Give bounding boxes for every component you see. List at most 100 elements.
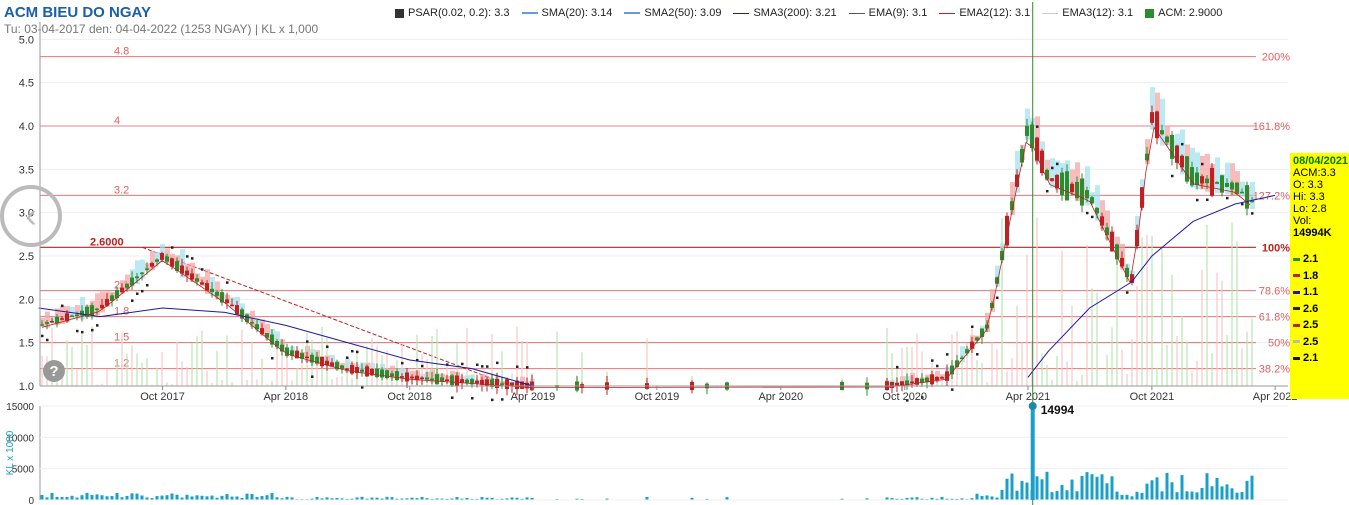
fib-pct-label: 78.6%	[1259, 286, 1290, 298]
volume-bar	[260, 496, 264, 500]
candle-body	[1065, 171, 1069, 201]
bg-volume-bar	[271, 380, 273, 386]
volume-bar	[1050, 492, 1054, 500]
bg-volume-bar	[316, 362, 318, 386]
psar-dot	[171, 246, 174, 249]
psar-dot	[201, 268, 204, 271]
help-icon[interactable]: ?	[43, 360, 65, 382]
candle-body	[275, 340, 279, 347]
candle-body	[1210, 167, 1214, 196]
candle-body	[365, 366, 369, 377]
bg-volume-bar	[1076, 381, 1078, 386]
candle-body	[40, 324, 44, 326]
bg-volume-bar	[331, 379, 333, 386]
candle-body	[150, 262, 154, 267]
psar-dot	[311, 375, 314, 378]
psar-dot	[496, 361, 499, 365]
fib-pct-label: 38.2%	[1259, 364, 1290, 376]
candle-body	[445, 379, 449, 381]
volume-bar	[1065, 490, 1069, 500]
psar-dot	[351, 349, 354, 353]
candle-body	[425, 377, 429, 380]
fib-price-label: 1.8	[114, 306, 129, 318]
tooltip-indicator-value: 2.1	[1303, 253, 1319, 265]
volume-bar	[1025, 482, 1029, 500]
volume-bar	[1170, 482, 1174, 500]
tooltip-indicator-list: 2.1 1.8 1.1 2.6 2.5 2.5 2.1	[1293, 251, 1347, 367]
candle-body	[940, 377, 944, 379]
tooltip-indicator-value: 2.6	[1303, 302, 1319, 315]
bg-volume-bar	[1086, 244, 1088, 386]
y-tick-label: 3.5	[19, 164, 34, 176]
volume-bar	[40, 494, 44, 500]
bg-volume-bar	[131, 345, 133, 386]
volume-bar	[1220, 486, 1224, 500]
volume-bar	[90, 494, 94, 500]
volume-bar	[1130, 496, 1134, 500]
tooltip-indicator-swatch	[1293, 323, 1300, 327]
y-tick-label: 4.0	[19, 121, 34, 133]
candle-body	[495, 378, 499, 388]
volume-bar	[230, 496, 234, 500]
cloud-segment	[1250, 181, 1255, 210]
candle-body	[100, 304, 104, 309]
tooltip-indicator-swatch	[1293, 356, 1300, 360]
bg-volume-bar	[1201, 269, 1203, 386]
bg-volume-bar	[371, 337, 373, 386]
candle-body	[420, 377, 424, 379]
candle-body	[165, 256, 169, 262]
price-chart[interactable]: 4.8200%4161.8%3.2127.2%2.6000100%2.178.6…	[0, 0, 1349, 505]
volume-bar	[115, 493, 119, 500]
y-tick-label: 2.0	[19, 294, 34, 306]
volume-bar	[220, 495, 224, 500]
bg-volume-bar	[1051, 379, 1053, 386]
bg-volume-bar	[1251, 318, 1253, 386]
psar-dot	[91, 328, 94, 332]
candle-body	[60, 318, 64, 320]
candle-body	[155, 259, 159, 262]
bg-volume-bar	[1136, 286, 1138, 386]
volume-bar	[1225, 484, 1229, 500]
tooltip-low: Lo: 2.8	[1293, 203, 1327, 215]
volume-axis-label: KL x 1000	[5, 430, 16, 475]
candle-body	[215, 291, 219, 296]
volume-highlight-label: 14994	[1041, 403, 1075, 417]
candle-body	[1040, 150, 1044, 174]
volume-bar	[1245, 480, 1249, 500]
bg-volume-bar	[1186, 341, 1188, 386]
psar-dot	[936, 364, 939, 368]
x-tick-label: Oct 2020	[882, 391, 927, 403]
candle-body	[190, 273, 194, 280]
bg-volume-bar	[1061, 250, 1063, 386]
volume-bar	[980, 495, 984, 500]
crosshair: 14994	[1028, 2, 1075, 505]
candle-body	[285, 347, 289, 356]
volume-bar	[160, 495, 164, 500]
volume-bar	[1185, 491, 1189, 500]
x-tick-label: Oct 2021	[1130, 391, 1175, 403]
bg-volume-bar	[1111, 327, 1113, 386]
chevron-left-icon[interactable]: ‹	[0, 185, 62, 247]
bg-volume-bar	[166, 382, 168, 386]
volume-bar	[1125, 494, 1129, 500]
psar-dot	[131, 299, 134, 302]
candle-body	[430, 378, 434, 381]
candle-body	[80, 310, 84, 316]
volume-bar	[245, 493, 249, 500]
bg-volume-bar	[886, 327, 888, 386]
psar-dot	[61, 304, 64, 308]
volume-bar	[1240, 492, 1244, 500]
bg-volume-bar	[336, 377, 338, 386]
bg-volume-bar	[1156, 367, 1158, 386]
volume-bar	[1105, 483, 1109, 500]
psar-dot	[476, 363, 479, 367]
candle-body	[1150, 112, 1154, 123]
tooltip-acm: ACM:3.3	[1293, 167, 1336, 179]
volume-bar	[1020, 480, 1024, 500]
volume-bar	[1175, 492, 1179, 500]
bg-volume-bar	[1011, 358, 1013, 386]
volume-bar	[190, 496, 194, 500]
psar-dot	[191, 257, 194, 260]
candle-body	[1185, 156, 1189, 182]
tooltip-high: Hi: 3.3	[1293, 191, 1325, 203]
